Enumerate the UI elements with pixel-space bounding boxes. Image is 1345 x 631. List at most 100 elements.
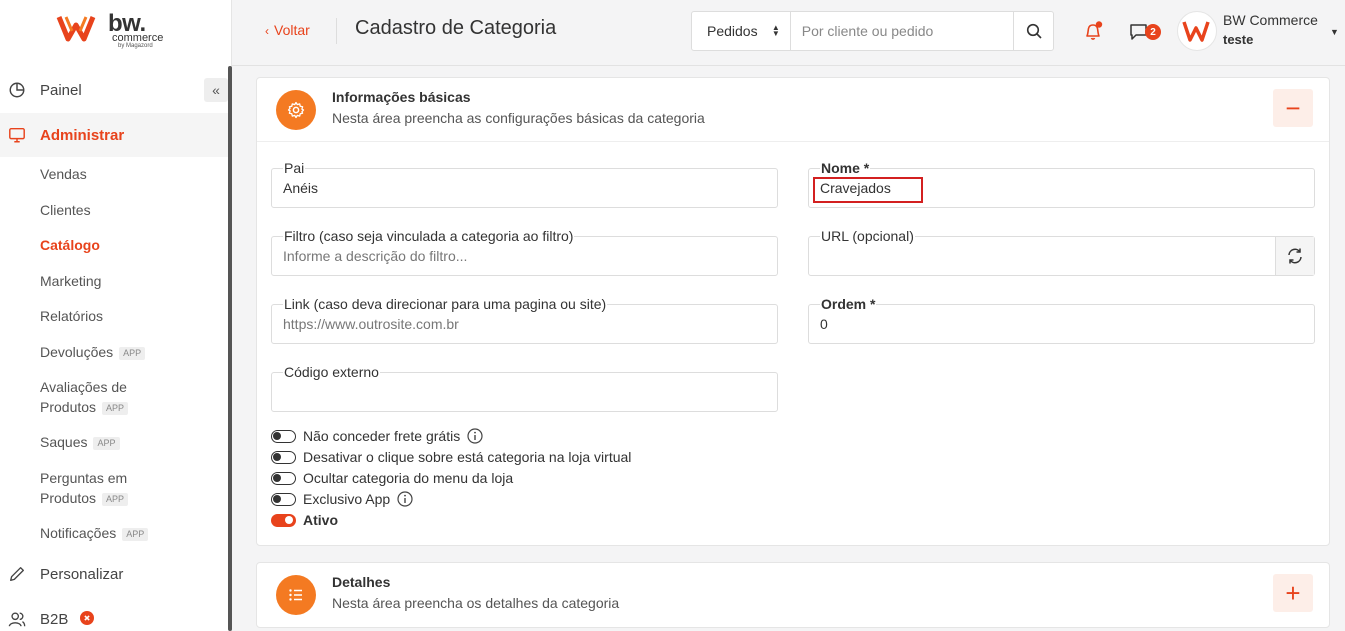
page-title: Cadastro de Categoria bbox=[355, 17, 557, 39]
sidebar-sub-label: Notificações bbox=[40, 525, 117, 541]
sidebar-sub-clientes[interactable]: Clientes bbox=[40, 200, 91, 220]
company-logo-icon bbox=[1182, 21, 1210, 42]
info-icon[interactable] bbox=[467, 428, 483, 444]
app-badge: APP bbox=[93, 436, 120, 450]
field-label: Nome * bbox=[820, 160, 871, 176]
sidebar-sub-vendas[interactable]: Vendas bbox=[40, 164, 87, 184]
switch-ativo[interactable]: Ativo bbox=[271, 510, 338, 530]
search-button[interactable] bbox=[1013, 12, 1053, 50]
sidebar-item-label: Personalizar bbox=[40, 565, 124, 583]
sidebar-sub-marketing[interactable]: Marketing bbox=[40, 271, 101, 291]
field-value: Anéis bbox=[283, 180, 319, 196]
users-icon bbox=[8, 612, 26, 627]
sidebar-sub-relatorios[interactable]: Relatórios bbox=[40, 306, 103, 326]
collapse-card-button[interactable]: − bbox=[1273, 89, 1313, 127]
details-card: Detalhes Nesta área preencha os detalhes… bbox=[256, 562, 1330, 628]
b2b-status-icon bbox=[80, 611, 94, 625]
codigo-externo-field[interactable]: Código externo bbox=[271, 364, 778, 412]
sidebar-sub-catalogo[interactable]: Catálogo bbox=[40, 235, 100, 255]
pie-chart-icon bbox=[9, 82, 25, 98]
regenerate-url-button[interactable] bbox=[1275, 237, 1314, 275]
back-label: Voltar bbox=[274, 22, 310, 38]
switch-label: Exclusivo App bbox=[303, 491, 391, 507]
switch-label: Desativar o clique sobre está categoria … bbox=[303, 449, 632, 465]
plus-icon: + bbox=[1285, 578, 1301, 608]
card-description: Nesta área preencha os detalhes da categ… bbox=[332, 595, 620, 611]
toggle-switch[interactable] bbox=[271, 492, 296, 506]
minus-icon: − bbox=[1285, 93, 1301, 123]
toggle-switch[interactable] bbox=[271, 429, 296, 443]
pai-field[interactable]: Pai Anéis bbox=[271, 160, 778, 208]
sidebar-sub-label: Perguntas em bbox=[40, 470, 128, 486]
sidebar-item-painel[interactable]: Painel bbox=[0, 68, 228, 112]
sidebar-sub-devolucoes[interactable]: Devoluções APP bbox=[40, 342, 146, 362]
refresh-icon bbox=[1288, 248, 1302, 264]
app-badge: APP bbox=[119, 346, 146, 360]
app-badge: APP bbox=[102, 401, 129, 415]
card-divider bbox=[257, 141, 1329, 142]
sidebar-item-administrar[interactable]: Administrar bbox=[0, 113, 228, 157]
sidebar-sub-avaliacoes[interactable]: Avaliações de Produtos APP bbox=[40, 377, 129, 417]
switch-exclusivo-app[interactable]: Exclusivo App bbox=[271, 489, 413, 509]
field-value: Cravejados bbox=[820, 180, 891, 196]
sidebar-sub-label: Saques bbox=[40, 434, 88, 450]
switch-frete-gratis[interactable]: Não conceder frete grátis bbox=[271, 426, 483, 446]
field-label: Filtro (caso seja vinculada a categoria … bbox=[283, 228, 575, 244]
app-badge: APP bbox=[122, 527, 149, 541]
sidebar-item-personalizar[interactable]: Personalizar bbox=[0, 552, 228, 596]
card-title: Informações básicas bbox=[332, 89, 471, 105]
sidebar: bw. commerce by Magazord « Painel Admini… bbox=[0, 0, 232, 631]
toggle-switch[interactable] bbox=[271, 471, 296, 485]
sidebar-sub-label: Avaliações de bbox=[40, 379, 127, 395]
sidebar-sub-label: Devoluções bbox=[40, 344, 114, 360]
sidebar-item-label: Administrar bbox=[40, 126, 125, 144]
sidebar-sub-perguntas[interactable]: Perguntas em Produtos APP bbox=[40, 468, 129, 508]
field-placeholder: https://www.outrosite.com.br bbox=[283, 316, 459, 332]
search-type-select[interactable]: Pedidos ▲ ▼ bbox=[692, 12, 791, 50]
ordem-field[interactable]: Ordem * 0 bbox=[808, 296, 1315, 344]
chat-count-badge: 2 bbox=[1145, 24, 1161, 40]
field-placeholder: Informe a descrição do filtro... bbox=[283, 248, 468, 264]
sidebar-item-label: Painel bbox=[40, 81, 82, 99]
sidebar-sub-label: Produtos bbox=[40, 399, 97, 415]
header-divider bbox=[336, 18, 337, 44]
info-icon[interactable] bbox=[397, 491, 413, 507]
url-field[interactable]: URL (opcional) bbox=[808, 228, 1315, 276]
search-type-value: Pedidos bbox=[707, 23, 758, 39]
expand-card-button[interactable]: + bbox=[1273, 574, 1313, 612]
search-icon bbox=[1026, 23, 1042, 39]
user-store[interactable]: teste bbox=[1223, 32, 1253, 47]
top-header: ‹ Voltar Cadastro de Categoria Pedidos ▲ ▼… bbox=[232, 0, 1345, 66]
switch-label: Não conceder frete grátis bbox=[303, 428, 461, 444]
card-icon bbox=[276, 575, 316, 615]
sidebar-sub-notificacoes[interactable]: Notificações APP bbox=[40, 523, 149, 543]
sidebar-sub-saques[interactable]: Saques APP bbox=[40, 432, 120, 452]
logo-by: by Magazord bbox=[118, 43, 153, 49]
sidebar-scrollbar[interactable] bbox=[228, 66, 232, 631]
user-name[interactable]: BW Commerce bbox=[1223, 12, 1318, 28]
back-link[interactable]: ‹ Voltar bbox=[265, 22, 310, 38]
link-field[interactable]: Link (caso deva direcionar para uma pagi… bbox=[271, 296, 778, 344]
sidebar-item-label: B2B bbox=[40, 610, 69, 628]
bell-icon[interactable] bbox=[1082, 20, 1104, 42]
sidebar-item-b2b[interactable]: B2B bbox=[0, 597, 228, 631]
logo-icon bbox=[56, 16, 96, 42]
search-input[interactable] bbox=[790, 12, 1014, 50]
field-label: Ordem * bbox=[820, 296, 877, 312]
field-label: Link (caso deva direcionar para uma pagi… bbox=[283, 296, 608, 312]
filtro-field[interactable]: Filtro (caso seja vinculada a categoria … bbox=[271, 228, 778, 276]
nome-field[interactable]: Nome * Cravejados bbox=[808, 160, 1315, 208]
field-label: Código externo bbox=[283, 364, 380, 380]
brand-logo[interactable]: bw. commerce by Magazord bbox=[56, 10, 196, 50]
switch-label: Ativo bbox=[303, 512, 338, 528]
toggle-switch[interactable] bbox=[271, 513, 296, 527]
avatar[interactable] bbox=[1177, 11, 1217, 51]
toggle-switch[interactable] bbox=[271, 450, 296, 464]
field-label: Pai bbox=[283, 160, 306, 176]
caret-down-icon[interactable]: ▼ bbox=[1330, 27, 1339, 37]
switch-ocultar-menu[interactable]: Ocultar categoria do menu da loja bbox=[271, 468, 513, 488]
pencil-icon bbox=[10, 567, 24, 581]
gear-icon bbox=[287, 101, 305, 119]
switch-desativar-clique[interactable]: Desativar o clique sobre está categoria … bbox=[271, 447, 631, 467]
sort-arrows-icon: ▲ ▼ bbox=[771, 23, 780, 38]
